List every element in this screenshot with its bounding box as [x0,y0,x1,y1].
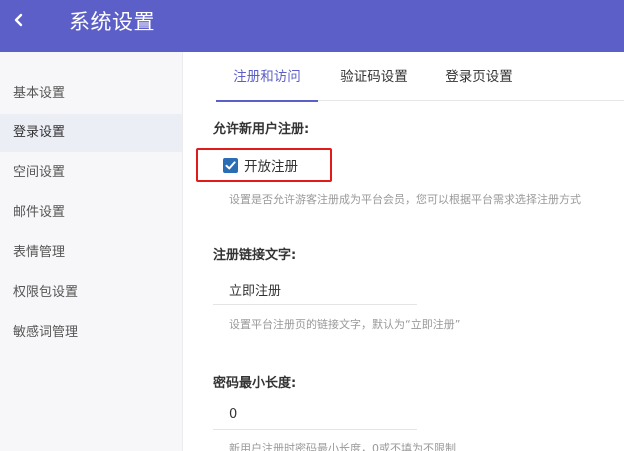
allow-register-label: 允许新用户注册: [213,122,310,137]
sidebar-item-space[interactable]: 空间设置 [0,154,182,192]
tab-label: 注册和访问 [233,69,301,85]
sidebar-item-login[interactable]: 登录设置 [0,114,182,152]
password-min-length-help: 新用户注册时密码最小长度，0或不填为不限制 [229,442,456,451]
allow-register-help: 设置是否允许游客注册成为平台会员，您可以根据平台需求选择注册方式 [229,193,581,206]
active-tab-indicator [216,100,318,102]
sidebar-item-sensitive-words[interactable]: 敏感词管理 [0,314,182,352]
tab-captcha[interactable]: 验证码设置 [329,52,419,101]
register-link-text-input[interactable] [213,275,417,305]
sidebar-item-emoji[interactable]: 表情管理 [0,234,182,272]
page-title: 系统设置 [69,10,155,34]
tab-login-page[interactable]: 登录页设置 [434,52,524,101]
register-link-text-help: 设置平台注册页的链接文字，默认为“立即注册” [229,318,461,331]
password-min-length-label: 密码最小长度: [213,376,297,391]
register-link-text-label: 注册链接文字: [213,248,297,263]
password-min-length-input[interactable] [213,400,417,430]
tab-register-access[interactable]: 注册和访问 [216,52,318,102]
sidebar-item-permission[interactable]: 权限包设置 [0,274,182,312]
sidebar: 基本设置 登录设置 空间设置 邮件设置 表情管理 权限包设置 敏感词管理 [0,52,183,451]
open-register-label: 开放注册 [244,159,298,175]
open-register-checkbox[interactable]: 开放注册 [196,148,332,182]
checkbox-checked-icon [223,157,238,173]
back-button[interactable] [8,8,30,32]
tab-bar: 注册和访问 验证码设置 登录页设置 [216,52,624,102]
sidebar-item-mail[interactable]: 邮件设置 [0,194,182,232]
sidebar-item-basic[interactable]: 基本设置 [0,75,182,113]
chevron-left-icon [14,13,23,27]
app-header: 系统设置 [0,0,624,52]
